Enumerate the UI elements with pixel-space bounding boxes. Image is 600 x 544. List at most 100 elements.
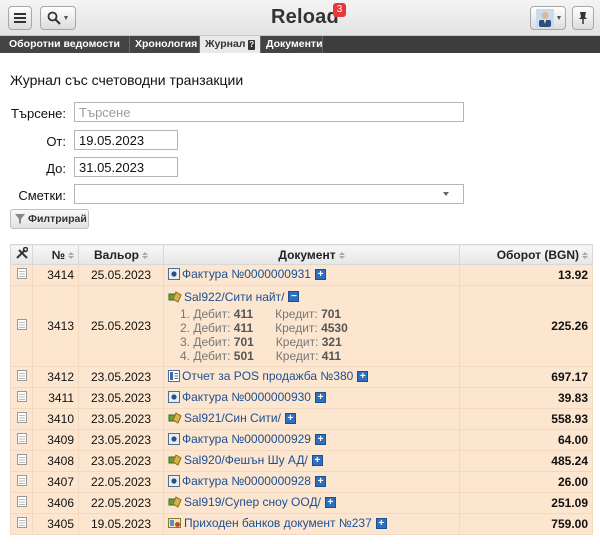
accounts-select[interactable] <box>74 184 464 204</box>
collapse-minus-icon[interactable]: − <box>288 291 300 302</box>
row-date: 19.05.2023 <box>78 513 164 535</box>
tab-chronology[interactable]: Хронология <box>130 36 200 53</box>
top-bar: ▼ Reload 3 ▼ <box>0 0 600 36</box>
row-number: 3408 <box>32 450 79 472</box>
expand-plus-icon[interactable]: + <box>375 517 387 529</box>
invoice-icon <box>168 268 180 280</box>
credit-label: Кредит: <box>275 320 318 335</box>
column-header-document[interactable]: Документ <box>163 244 460 265</box>
menu-button[interactable] <box>8 6 32 30</box>
row-date: 23.05.2023 <box>78 429 164 451</box>
credit-account: 701 <box>321 306 342 321</box>
debit-account: 501 <box>233 348 254 363</box>
document-icon[interactable] <box>16 319 27 330</box>
search-input[interactable] <box>74 102 464 122</box>
avatar <box>535 9 554 27</box>
expand-plus-icon[interactable]: + <box>311 454 323 466</box>
search-label: Търсене: <box>10 106 66 121</box>
search-button[interactable]: ▼ <box>40 6 76 30</box>
document-icon[interactable] <box>16 496 27 507</box>
tab-documents[interactable]: Документи <box>261 36 323 53</box>
table-row[interactable]: 3410 23.05.2023 Sal921/Син Сити/+ 558.93 <box>10 408 593 430</box>
transaction-line: 3. Дебит: 701 Кредит: 321 <box>180 335 455 349</box>
document-link[interactable]: Sal919/Супер сноу ООД/ <box>184 495 321 509</box>
column-header-date[interactable]: Вальор <box>78 244 164 265</box>
journal-table: № Вальор Документ Оборот (BGN) 3414 25.0… <box>10 244 593 535</box>
document-link[interactable]: Sal921/Син Сити/ <box>184 411 281 425</box>
debit-account: 411 <box>233 306 254 321</box>
row-amount: 759.00 <box>459 513 593 535</box>
document-link[interactable]: Sal920/Фешън Шу АД/ <box>184 453 308 467</box>
help-icon[interactable]: ? <box>248 39 255 50</box>
document-icon[interactable] <box>16 433 27 444</box>
to-date-input[interactable] <box>74 157 178 177</box>
row-number: 3410 <box>32 408 79 430</box>
funnel-icon <box>15 214 25 224</box>
table-row[interactable]: 3405 19.05.2023 Приходен банков документ… <box>10 513 593 535</box>
row-date: 25.05.2023 <box>78 264 164 286</box>
chevron-down-icon: ▼ <box>62 14 70 22</box>
hamburger-icon <box>14 13 26 23</box>
pin-button[interactable] <box>572 6 594 30</box>
column-header-amount[interactable]: Оборот (BGN) <box>459 244 593 265</box>
document-icon[interactable] <box>16 517 27 528</box>
table-row[interactable]: 3407 22.05.2023 Фактура №0000000928 + 26.… <box>10 471 593 493</box>
header-amount-label: Оборот (BGN) <box>496 247 579 262</box>
table-row[interactable]: 3406 22.05.2023 Sal919/Супер сноу ООД/+ … <box>10 492 593 514</box>
document-link[interactable]: Фактура №0000000930 <box>182 390 311 404</box>
document-icon[interactable] <box>16 268 27 279</box>
filter-button[interactable]: Филтрирай <box>10 209 89 229</box>
expand-plus-icon[interactable]: + <box>314 433 326 445</box>
table-row[interactable]: 3414 25.05.2023 Фактура №0000000931 + 13.… <box>10 264 593 286</box>
row-date: 25.05.2023 <box>78 285 164 367</box>
expand-plus-icon[interactable]: + <box>314 475 326 487</box>
search-icon <box>47 11 61 25</box>
document-link[interactable]: Отчет за POS продажба №380 <box>182 369 353 383</box>
header-date-label: Вальор <box>94 247 139 262</box>
table-row[interactable]: 3412 23.05.2023 Отчет за POS продажба №3… <box>10 366 593 388</box>
debit-account: 411 <box>233 320 254 335</box>
row-date: 23.05.2023 <box>78 408 164 430</box>
line-label: 2. Дебит: <box>180 320 231 335</box>
invoice-icon <box>168 391 180 403</box>
expand-plus-icon[interactable]: + <box>284 412 296 424</box>
row-date: 23.05.2023 <box>78 450 164 472</box>
invoice-icon <box>168 475 180 487</box>
credit-account: 4530 <box>321 320 348 335</box>
table-row[interactable]: 3411 23.05.2023 Фактура №0000000930 + 39.… <box>10 387 593 409</box>
sale-icon <box>168 454 182 466</box>
expand-plus-icon[interactable]: + <box>314 268 326 280</box>
document-link[interactable]: Фактура №0000000929 <box>182 432 311 446</box>
sale-icon <box>168 496 182 508</box>
user-menu-button[interactable]: ▼ <box>530 6 566 30</box>
table-row[interactable]: 3413 25.05.2023 Sal922/Сити найт/− 1. Де… <box>10 285 593 367</box>
document-link[interactable]: Фактура №0000000928 <box>182 474 311 488</box>
column-header-number[interactable]: № <box>32 244 79 265</box>
tab-turnover-sheets[interactable]: Оборотни ведомости <box>0 36 130 53</box>
transaction-lines: 1. Дебит: 411 Кредит: 701 2. Дебит: 411 Кр… <box>180 307 455 363</box>
expand-plus-icon[interactable]: + <box>314 391 326 403</box>
filter-button-label: Филтрирай <box>28 213 87 225</box>
document-icon[interactable] <box>16 370 27 381</box>
table-row[interactable]: 3409 23.05.2023 Фактура №0000000929 + 64.… <box>10 429 593 451</box>
document-link[interactable]: Sal922/Сити найт/ <box>184 290 284 304</box>
expand-plus-icon[interactable]: + <box>357 370 369 382</box>
table-row[interactable]: 3408 23.05.2023 Sal920/Фешън Шу АД/+ 485… <box>10 450 593 472</box>
chevron-down-icon: ▼ <box>555 14 563 22</box>
row-amount: 26.00 <box>459 471 593 493</box>
document-icon[interactable] <box>16 412 27 423</box>
document-link[interactable]: Приходен банков документ №237 <box>184 516 372 530</box>
tab-journal[interactable]: Журнал? <box>200 36 261 53</box>
expand-plus-icon[interactable]: + <box>324 496 336 508</box>
transaction-line: 2. Дебит: 411 Кредит: 4530 <box>180 321 455 335</box>
document-link[interactable]: Фактура №0000000931 <box>182 267 311 281</box>
notification-badge[interactable]: 3 <box>333 3 346 17</box>
row-amount: 39.83 <box>459 387 593 409</box>
document-icon[interactable] <box>16 475 27 486</box>
from-date-input[interactable] <box>74 130 178 150</box>
column-tools[interactable] <box>10 244 33 265</box>
document-icon[interactable] <box>16 454 27 465</box>
row-number: 3405 <box>32 513 79 535</box>
pos-report-icon <box>168 370 180 382</box>
document-icon[interactable] <box>16 391 27 402</box>
